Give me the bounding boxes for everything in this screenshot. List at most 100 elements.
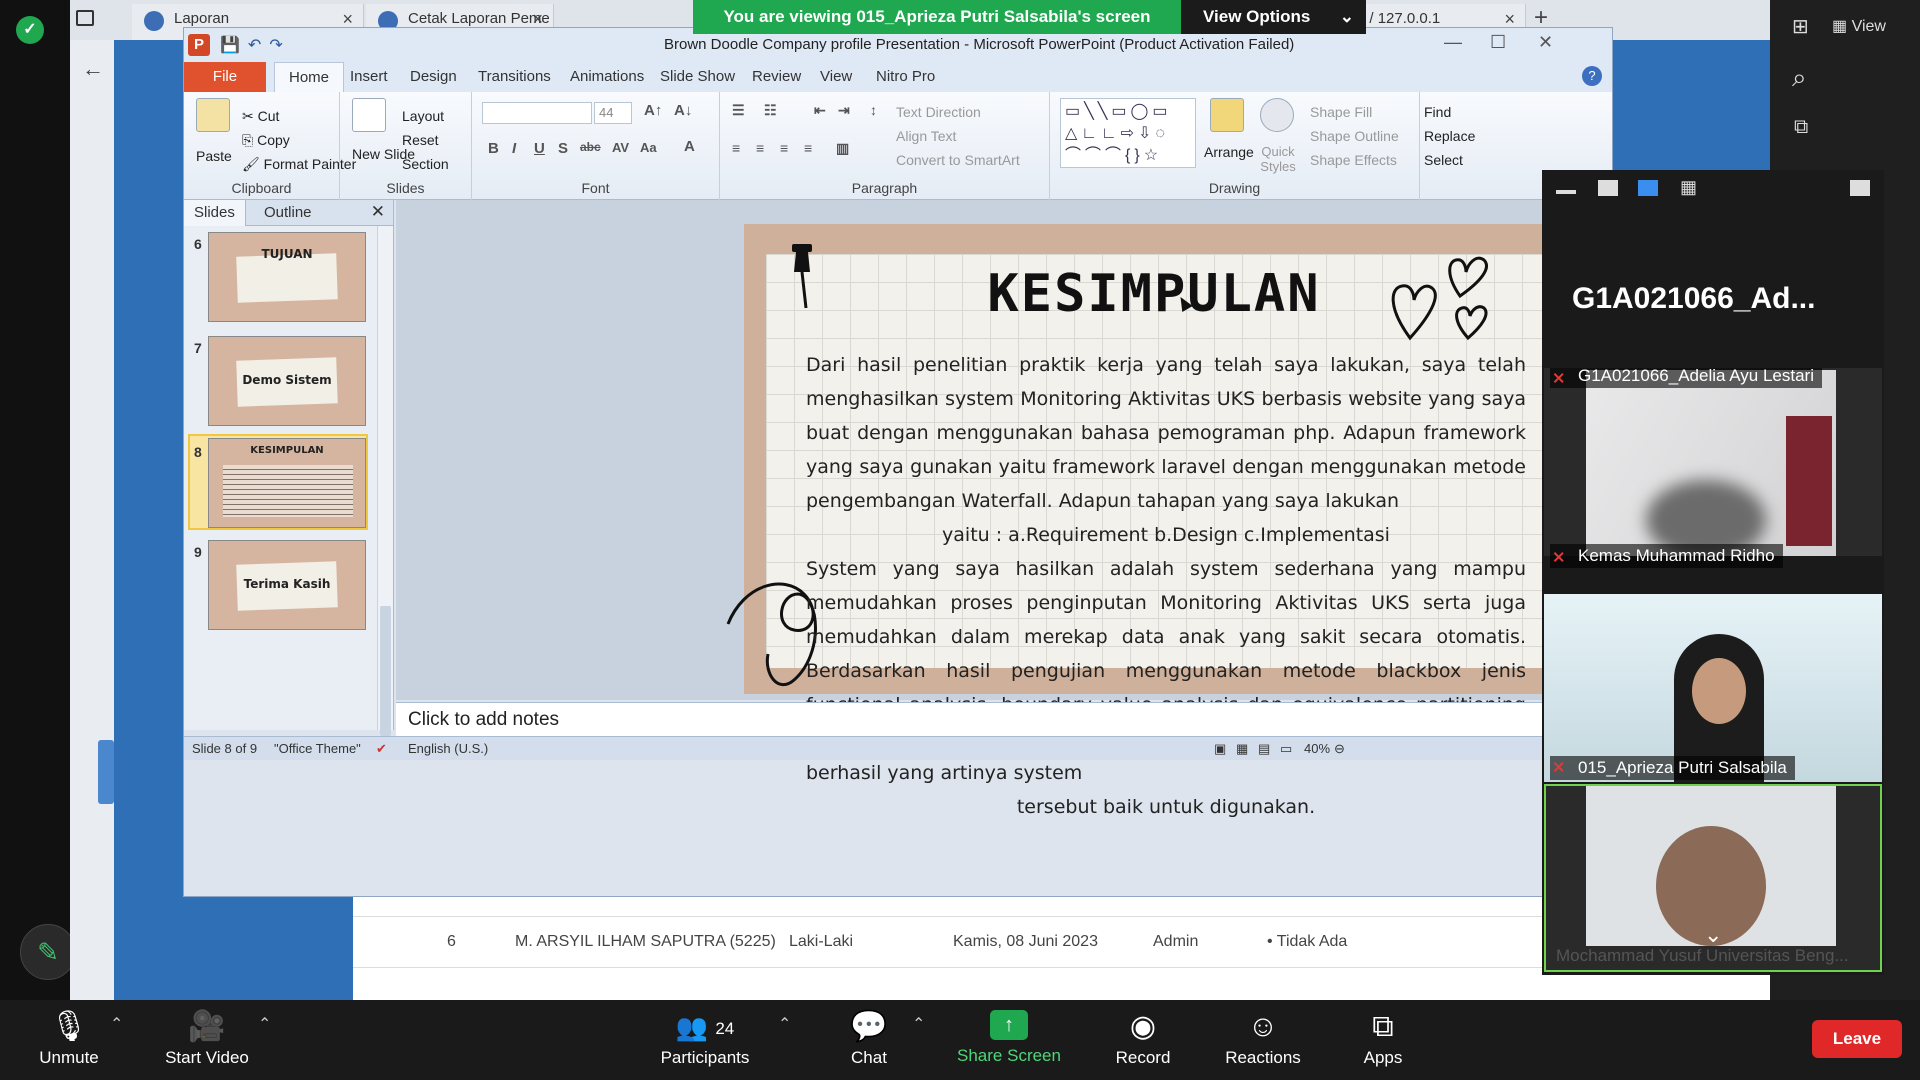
increase-indent-icon[interactable]: ⇥ <box>838 102 850 119</box>
slide-thumbnail[interactable]: Demo Sistem <box>208 336 366 426</box>
layout-button[interactable]: Layout <box>402 108 444 124</box>
view-options-button[interactable]: View Options ⌄ <box>1181 0 1366 34</box>
reading-view-icon[interactable]: ▤ <box>1258 741 1270 757</box>
reset-button[interactable]: Reset <box>402 132 439 148</box>
shapes-gallery[interactable]: ▭╲╲▭◯▭ △∟∟⇨⇩◌ ⌒⌒⌒{}☆ <box>1060 98 1196 168</box>
help-icon[interactable]: ? <box>1582 66 1602 86</box>
unmute-button[interactable]: 🎙 Unmute <box>14 1000 124 1080</box>
close-pane-icon[interactable]: ✕ <box>371 202 385 222</box>
columns-icon[interactable]: ▥ <box>836 140 849 157</box>
shadow-icon[interactable]: S <box>558 140 568 157</box>
tab-nitro-pro[interactable]: Nitro Pro <box>876 68 935 85</box>
participants-chevron-icon[interactable]: ⌃ <box>778 1014 791 1034</box>
record-button[interactable]: ◉ Record <box>1088 1000 1198 1080</box>
justify-icon[interactable]: ≡ <box>804 140 812 156</box>
slide-thumbnail[interactable]: Terima Kasih <box>208 540 366 630</box>
task-view-icon[interactable]: ⧉ <box>1794 116 1808 139</box>
slide[interactable]: KESIMPULAN Dari hasil penelitian praktik… <box>726 224 1564 818</box>
replace-button[interactable]: Replace <box>1424 128 1475 144</box>
cut-button[interactable]: ✂ Cut <box>242 108 279 125</box>
quick-styles-icon[interactable] <box>1260 98 1294 132</box>
align-right-icon[interactable]: ≡ <box>780 140 788 156</box>
windows-logo-icon[interactable]: ⊞ <box>1792 14 1809 39</box>
shape-effects-button[interactable]: Shape Effects <box>1310 152 1397 168</box>
video-options-chevron-icon[interactable]: ⌃ <box>258 1014 271 1034</box>
numbering-icon[interactable]: ☷ <box>764 102 777 119</box>
tab-home[interactable]: Home <box>274 62 345 92</box>
audio-options-chevron-icon[interactable]: ⌃ <box>110 1014 123 1034</box>
slideshow-icon[interactable]: ▭ <box>1280 741 1292 757</box>
search-icon[interactable]: ⌕ <box>1792 62 1807 94</box>
strikethrough-icon[interactable]: abc <box>580 140 601 154</box>
strip-view-icon[interactable] <box>1638 180 1658 196</box>
speaker-view-icon[interactable] <box>1598 180 1618 196</box>
tab-insert[interactable]: Insert <box>350 68 388 85</box>
paste-icon[interactable] <box>196 98 230 132</box>
annotate-pen-icon[interactable]: ✎ <box>20 924 76 980</box>
tab-transitions[interactable]: Transitions <box>478 68 551 85</box>
gallery-view-icon[interactable]: ▦ <box>1680 178 1700 196</box>
line-spacing-icon[interactable]: ↕ <box>870 102 877 118</box>
participant-tile[interactable]: G1A021066_Adelia Ayu Lestari ⨯ <box>1544 368 1882 556</box>
browser-sidebar-icon[interactable] <box>76 10 94 26</box>
leave-button[interactable]: Leave <box>1812 1020 1902 1058</box>
participant-tile-active[interactable]: Mochammad Yusuf Universitas Beng... ⌄ <box>1544 784 1882 972</box>
back-arrow-icon[interactable]: ← <box>82 56 104 82</box>
find-button[interactable]: Find <box>1424 104 1451 120</box>
tab-outline[interactable]: Outline <box>264 204 312 221</box>
tab-slides[interactable]: Slides <box>184 200 246 226</box>
slide-title[interactable]: KESIMPULAN <box>744 264 1564 324</box>
tab-slide-show[interactable]: Slide Show <box>660 68 735 85</box>
share-screen-button[interactable]: ↑ Share Screen <box>954 1000 1064 1080</box>
language[interactable]: English (U.S.) <box>408 741 488 756</box>
chat-button[interactable]: 💬 Chat <box>814 1000 924 1080</box>
font-size-combo[interactable]: 44 <box>594 102 632 124</box>
sorter-view-icon[interactable]: ▦ <box>1236 741 1248 757</box>
participants-button[interactable]: 👥 24 Participants <box>650 1000 760 1080</box>
chat-chevron-icon[interactable]: ⌃ <box>912 1014 925 1034</box>
italic-icon[interactable]: I <box>512 140 516 157</box>
start-video-button[interactable]: 🎥 Start Video <box>152 1000 262 1080</box>
arrange-button[interactable]: Arrange <box>1204 144 1254 160</box>
select-button[interactable]: Select <box>1424 152 1463 168</box>
spacing-icon[interactable]: AV <box>612 140 629 155</box>
scroll-thumb[interactable] <box>380 606 391 736</box>
align-text-button[interactable]: Align Text <box>896 128 956 144</box>
new-slide-icon[interactable] <box>352 98 386 132</box>
shrink-font-icon[interactable]: A↓ <box>674 102 692 119</box>
font-color-icon[interactable]: A <box>684 138 695 155</box>
underline-icon[interactable]: U <box>534 140 545 157</box>
copy-button[interactable]: ⎘ Copy <box>242 132 290 149</box>
tab-file[interactable]: File <box>184 62 266 92</box>
reactions-button[interactable]: ☺ Reactions <box>1208 1000 1318 1080</box>
participant-tile[interactable]: 015_Aprieza Putri Salsabila ⨯ <box>1544 594 1882 782</box>
notes-pane[interactable]: Click to add notes <box>396 702 1614 736</box>
align-center-icon[interactable]: ≡ <box>756 140 764 156</box>
quick-styles-button[interactable]: Quick Styles <box>1256 144 1300 174</box>
normal-view-icon[interactable]: ▣ <box>1214 741 1226 757</box>
tab-view[interactable]: View <box>820 68 852 85</box>
zoom-level[interactable]: 40% <box>1304 741 1330 756</box>
paste-button[interactable]: Paste <box>196 148 232 164</box>
minimize-gallery-icon[interactable] <box>1556 190 1576 194</box>
apps-button[interactable]: ⧉ Apps <box>1328 1000 1438 1080</box>
slide-thumbnail-selected[interactable]: KESIMPULAN <box>208 438 366 528</box>
close-icon[interactable]: ✕ <box>1538 32 1553 53</box>
security-shield-icon[interactable]: ✓ <box>16 16 44 44</box>
decrease-indent-icon[interactable]: ⇤ <box>814 102 826 119</box>
shape-outline-button[interactable]: Shape Outline <box>1310 128 1399 144</box>
zoom-out-icon[interactable]: ⊖ <box>1334 741 1345 757</box>
maximize-icon[interactable]: ☐ <box>1490 32 1506 53</box>
fullscreen-gallery-icon[interactable] <box>1850 180 1870 196</box>
pane-scrollbar[interactable] <box>377 226 393 736</box>
slide-canvas[interactable]: KESIMPULAN Dari hasil penelitian praktik… <box>396 200 1614 818</box>
bullets-icon[interactable]: ☰ <box>732 102 745 119</box>
chevron-down-icon[interactable]: ⌄ <box>1704 922 1722 948</box>
align-left-icon[interactable]: ≡ <box>732 140 740 156</box>
shape-fill-button[interactable]: Shape Fill <box>1310 104 1372 120</box>
grow-font-icon[interactable]: A↑ <box>644 102 662 119</box>
tab-review[interactable]: Review <box>752 68 801 85</box>
arrange-icon[interactable] <box>1210 98 1244 132</box>
view-button[interactable]: ▦ View <box>1832 16 1886 36</box>
tab-animations[interactable]: Animations <box>570 68 644 85</box>
